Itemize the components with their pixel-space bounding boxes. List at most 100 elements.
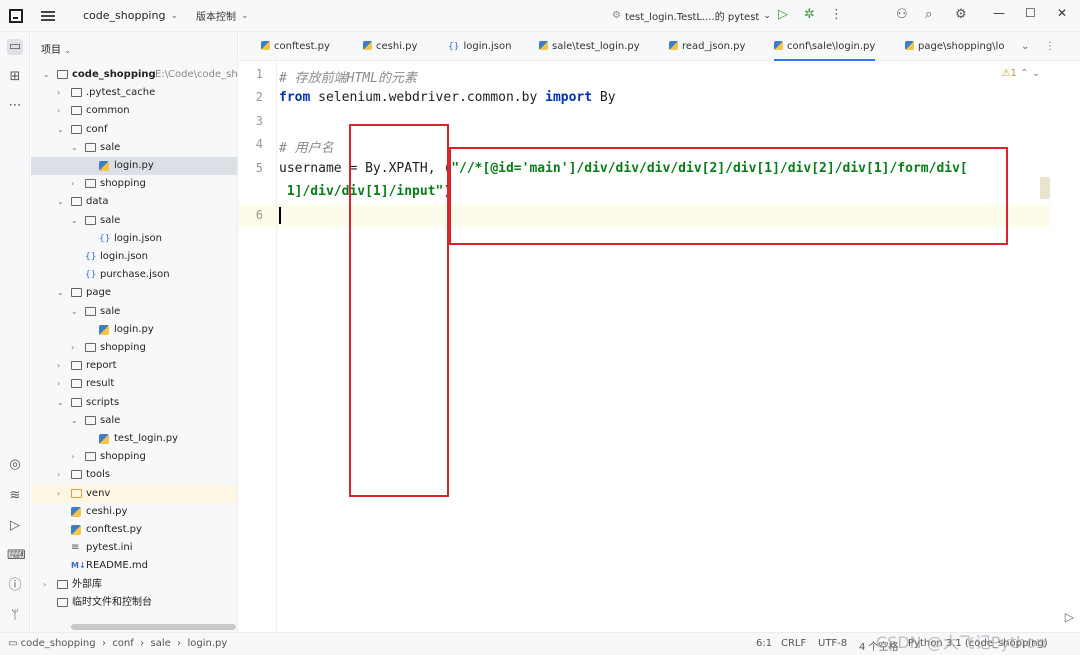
tree-item[interactable]: › .pytest_cache (31, 84, 237, 102)
tree-item[interactable]: {} purchase.json (31, 266, 237, 284)
tree-item[interactable]: ⌄ code_shopping E:\Code\code_sho (31, 66, 237, 84)
tree-item[interactable]: › report (31, 357, 237, 375)
tree-item[interactable]: {} login.json (31, 248, 237, 266)
tree-item-label: 外部库 (72, 578, 102, 590)
tabs-overflow-chevron-icon[interactable]: ⌄ (1021, 32, 1029, 61)
search-icon[interactable]: ⌕ (925, 7, 932, 22)
chevron-right-icon[interactable]: › (57, 84, 67, 102)
chevron-down-icon[interactable]: ⌄ (71, 303, 81, 321)
tree-item-label: scripts (86, 396, 120, 408)
tree-item[interactable]: ⌄ sale (31, 139, 237, 157)
structure-icon[interactable]: ⊞ (7, 69, 23, 85)
chevron-right-icon[interactable]: › (71, 448, 81, 466)
chevron-down-icon[interactable]: ⌄ (43, 66, 53, 84)
run-gutter-icon[interactable]: ▷ (1065, 610, 1074, 624)
chevron-down-icon[interactable]: ⌄ (170, 11, 178, 21)
terminal-icon[interactable]: ⌨ (7, 548, 26, 564)
cursor-position[interactable]: 6:1 (756, 638, 772, 649)
tree-item-label: sale (100, 141, 121, 153)
editor-tab[interactable]: page\shopping\lo (905, 32, 1004, 61)
tree-item[interactable]: › common (31, 102, 237, 120)
tree-item[interactable]: 临时文件和控制台 (31, 594, 237, 612)
tree-item[interactable]: › tools (31, 466, 237, 484)
tree-item[interactable]: login.py (31, 321, 237, 339)
chevron-down-icon[interactable]: ⌄ (57, 121, 67, 139)
tree-item[interactable]: › shopping (31, 448, 237, 466)
more-actions-icon[interactable]: ⋮ (830, 7, 843, 22)
chevron-down-icon[interactable]: ⌄ (71, 139, 81, 157)
maximize-icon[interactable]: ☐ (1025, 6, 1036, 20)
editor-tab[interactable]: ceshi.py (363, 32, 417, 61)
tree-item[interactable]: ceshi.py (31, 503, 237, 521)
breadcrumb[interactable]: ▭ code_shopping › conf › sale › login.py (8, 638, 227, 649)
problems-icon[interactable]: ⓘ (7, 578, 23, 594)
tree-item[interactable]: ⌄ scripts (31, 394, 237, 412)
tree-item[interactable]: › shopping (31, 339, 237, 357)
chevron-right-icon[interactable]: › (57, 485, 67, 503)
layers-icon[interactable]: ≋ (7, 488, 23, 504)
line-separator[interactable]: CRLF (781, 638, 806, 649)
more-tools-icon[interactable]: ⋯ (7, 98, 23, 114)
settings-gear-icon[interactable]: ⚙ (955, 7, 967, 22)
run-config-selector[interactable]: ⚙ test_login.TestL....的 pytest ⌄ (612, 8, 771, 23)
run-icon[interactable]: ▷ (778, 7, 788, 22)
project-selector[interactable]: code_shopping (83, 9, 165, 22)
chevron-right-icon[interactable]: › (57, 375, 67, 393)
chevron-right-icon[interactable]: › (71, 175, 81, 193)
editor-tab[interactable]: conf\sale\login.py (774, 32, 876, 61)
editor-tab[interactable]: read_json.py (669, 32, 745, 61)
editor-tab[interactable]: sale\test_login.py (539, 32, 640, 61)
project-panel-header[interactable]: 项目 ⌄ (41, 41, 71, 56)
chevron-down-icon[interactable]: ⌄ (57, 193, 67, 211)
editor-tab-label: sale\test_login.py (552, 41, 640, 52)
python-packages-icon[interactable]: ◎ (7, 457, 23, 473)
chevron-right-icon[interactable]: › (71, 339, 81, 357)
folder-icon (57, 579, 68, 589)
tree-item[interactable]: › 外部库 (31, 576, 237, 594)
folder-icon (71, 488, 82, 498)
tree-item[interactable]: › shopping (31, 175, 237, 193)
editor-tab-label: conftest.py (274, 41, 330, 52)
tree-item[interactable]: ⌄ sale (31, 303, 237, 321)
json-file-icon: {} (85, 252, 97, 262)
tree-item[interactable]: ⌄ page (31, 284, 237, 302)
chevron-right-icon[interactable]: › (57, 466, 67, 484)
chevron-down-icon[interactable]: ⌄ (241, 11, 249, 21)
tree-item[interactable]: M↓ README.md (31, 557, 237, 575)
git-icon[interactable]: ᛘ (7, 608, 23, 624)
tree-item[interactable]: ⌄ sale (31, 412, 237, 430)
tabs-more-icon[interactable]: ⋮ (1045, 32, 1055, 61)
tree-item[interactable]: ≡ pytest.ini (31, 539, 237, 557)
project-folder-icon[interactable]: ▭ (7, 39, 23, 55)
inspection-widget[interactable]: ⚠1 ⌃ ⌄ (1002, 68, 1040, 79)
chevron-down-icon[interactable]: ⌄ (71, 412, 81, 430)
horizontal-scrollbar[interactable] (71, 624, 236, 630)
editor-scroll-marker[interactable] (1040, 177, 1050, 199)
vcs-menu[interactable]: 版本控制 (196, 8, 236, 23)
tree-item[interactable]: › venv (31, 484, 237, 503)
minimize-icon[interactable]: — (993, 6, 1005, 20)
tree-item[interactable]: ⌄ conf (31, 121, 237, 139)
tree-item[interactable]: login.py (31, 157, 237, 175)
debug-icon[interactable]: ✲ (804, 7, 815, 22)
tree-item[interactable]: test_login.py (31, 430, 237, 448)
chevron-right-icon[interactable]: › (43, 576, 53, 594)
tree-item[interactable]: conftest.py (31, 521, 237, 539)
chevron-right-icon[interactable]: › (57, 357, 67, 375)
editor-tab[interactable]: {} login.json (448, 32, 511, 61)
main-menu-icon[interactable] (41, 10, 55, 21)
chevron-down-icon[interactable]: ⌄ (71, 212, 81, 230)
tree-item[interactable]: › result (31, 375, 237, 393)
tree-item[interactable]: ⌄ data (31, 193, 237, 211)
tree-item[interactable]: ⌄ sale (31, 212, 237, 230)
folder-icon (85, 306, 96, 316)
chevron-down-icon[interactable]: ⌄ (57, 394, 67, 412)
chevron-right-icon[interactable]: › (57, 102, 67, 120)
add-user-icon[interactable]: ⚇ (896, 7, 908, 22)
editor-tab[interactable]: conftest.py (261, 32, 330, 61)
chevron-down-icon[interactable]: ⌄ (57, 284, 67, 302)
close-icon[interactable]: ✕ (1057, 6, 1067, 20)
services-icon[interactable]: ▷ (7, 518, 23, 534)
tree-item[interactable]: {} login.json (31, 230, 237, 248)
file-encoding[interactable]: UTF-8 (818, 638, 847, 649)
